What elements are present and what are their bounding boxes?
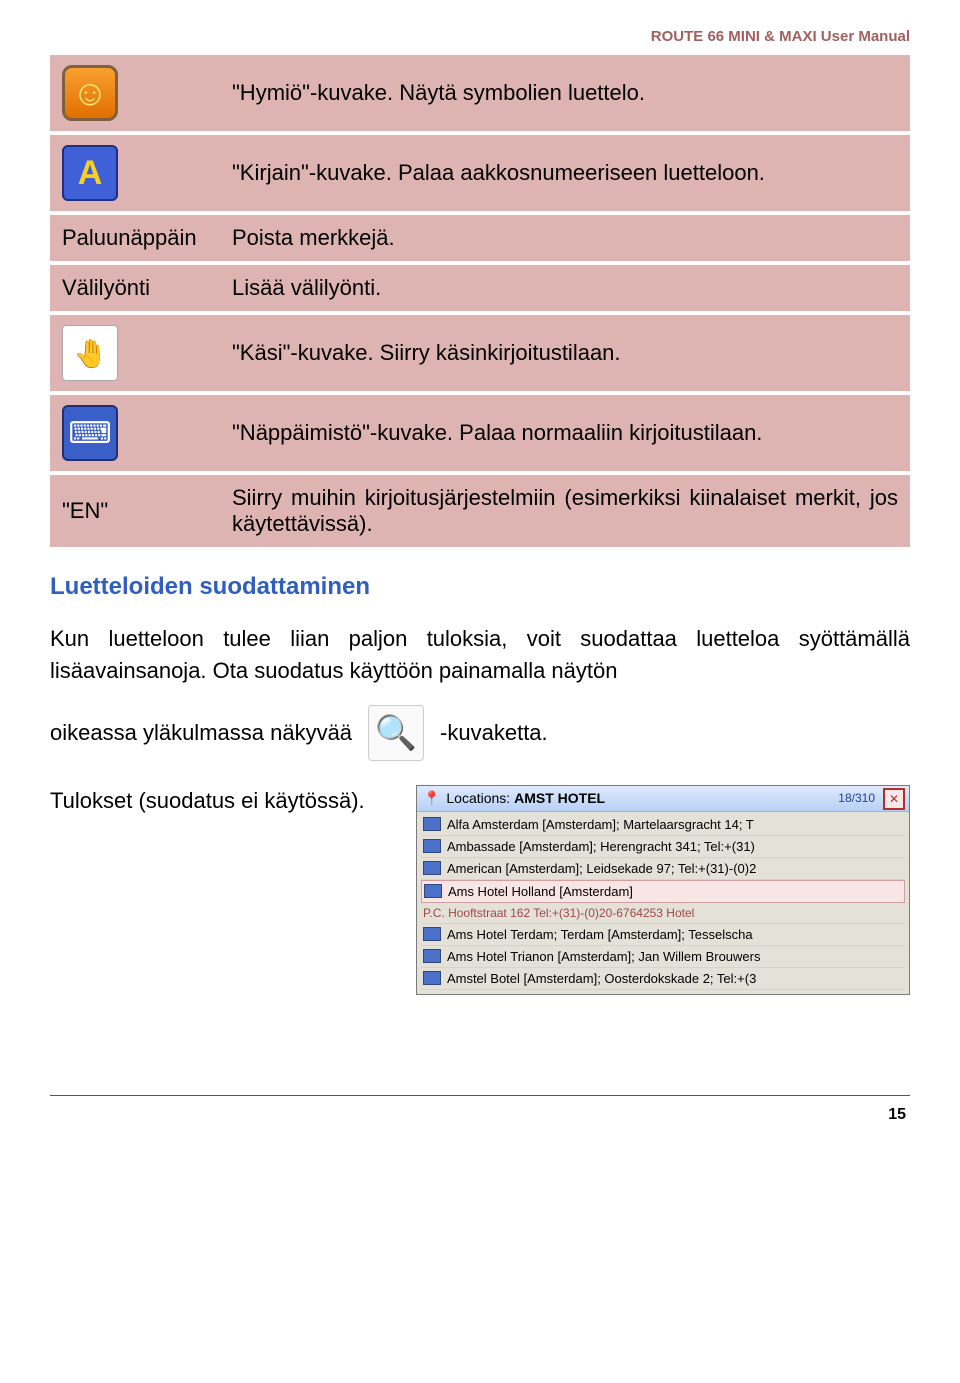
inline-before-text: oikeassa yläkulmassa näkyvää [50,720,352,746]
filter-icon: 🔍 [368,705,424,761]
list-item[interactable]: Alfa Amsterdam [Amsterdam]; Martelaarsgr… [421,814,905,836]
table-key: Välilyönti [50,265,220,311]
list-item-label: Ams Hotel Trianon [Amsterdam]; Jan Wille… [447,949,761,964]
screenshot-title-prefix: Locations: [446,790,510,806]
list-item-label: Alfa Amsterdam [Amsterdam]; Martelaarsgr… [447,817,754,832]
inline-icon-sentence: oikeassa yläkulmassa näkyvää 🔍 -kuvakett… [50,705,910,761]
screenshot-list: Alfa Amsterdam [Amsterdam]; Martelaarsgr… [417,812,909,994]
body-paragraph: Kun luetteloon tulee liian paljon tuloks… [50,623,910,687]
poi-icon [424,884,442,898]
list-item-label: Ambassade [Amsterdam]; Herengracht 341; … [447,839,755,854]
list-item-label: Ams Hotel Holland [Amsterdam] [448,884,633,899]
table-key [50,55,220,131]
table-key [50,315,220,391]
page-number: 15 [50,1096,910,1144]
screenshot-title-query: AMST HOTEL [514,790,605,806]
poi-icon [423,949,441,963]
table-key: Paluunäppäin [50,215,220,261]
poi-icon [423,839,441,853]
pin-icon: 📍 [423,790,440,807]
doc-header: ROUTE 66 MINI & MAXI User Manual [50,28,910,45]
list-item[interactable]: Ambassade [Amsterdam]; Herengracht 341; … [421,836,905,858]
table-key [50,135,220,211]
kb-icon [62,405,118,461]
table-desc: "Käsi"-kuvake. Siirry käsinkirjoitustila… [220,315,910,391]
list-item-label: Ams Hotel Terdam; Terdam [Amsterdam]; Te… [447,927,753,942]
table-desc: "Hymiö"-kuvake. Näytä symbolien luettelo… [220,55,910,131]
list-item[interactable]: Amstel Botel [Amsterdam]; Oosterdokskade… [421,968,905,990]
table-desc: Siirry muihin kirjoitusjärjestelmiin (es… [220,475,910,547]
poi-icon [423,817,441,831]
poi-icon [423,861,441,875]
results-screenshot: 📍 Locations: AMST HOTEL 18/310 ✕ Alfa Am… [416,785,910,995]
table-desc: Poista merkkejä. [220,215,910,261]
list-item[interactable]: Ams Hotel Holland [Amsterdam] [421,880,905,903]
hand-icon [62,325,118,381]
table-key [50,395,220,471]
table-desc: Lisää välilyönti. [220,265,910,311]
list-item-label: Amstel Botel [Amsterdam]; Oosterdokskade… [447,971,756,986]
icon-description-table: "Hymiö"-kuvake. Näytä symbolien luettelo… [50,55,910,547]
results-caption: Tulokset (suodatus ei käytössä). [50,785,386,817]
smile-icon [62,65,118,121]
screenshot-titlebar: 📍 Locations: AMST HOTEL 18/310 ✕ [417,786,909,812]
table-desc: "Kirjain"-kuvake. Palaa aakkosnumeerisee… [220,135,910,211]
table-desc: "Näppäimistö"-kuvake. Palaa normaaliin k… [220,395,910,471]
poi-icon [423,927,441,941]
close-icon[interactable]: ✕ [883,788,905,810]
list-item[interactable]: American [Amsterdam]; Leidsekade 97; Tel… [421,858,905,880]
poi-icon [423,971,441,985]
list-item-label: American [Amsterdam]; Leidsekade 97; Tel… [447,861,756,876]
list-item[interactable]: Ams Hotel Terdam; Terdam [Amsterdam]; Te… [421,924,905,946]
inline-after-text: -kuvaketta. [440,720,548,746]
letter-icon [62,145,118,201]
table-key: "EN" [50,475,220,547]
section-heading: Luetteloiden suodattaminen [50,573,910,601]
list-item[interactable]: Ams Hotel Trianon [Amsterdam]; Jan Wille… [421,946,905,968]
list-item-sub: P.C. Hooftstraat 162 Tel:+(31)-(0)20-676… [421,903,905,924]
screenshot-count: 18/310 [838,791,875,805]
